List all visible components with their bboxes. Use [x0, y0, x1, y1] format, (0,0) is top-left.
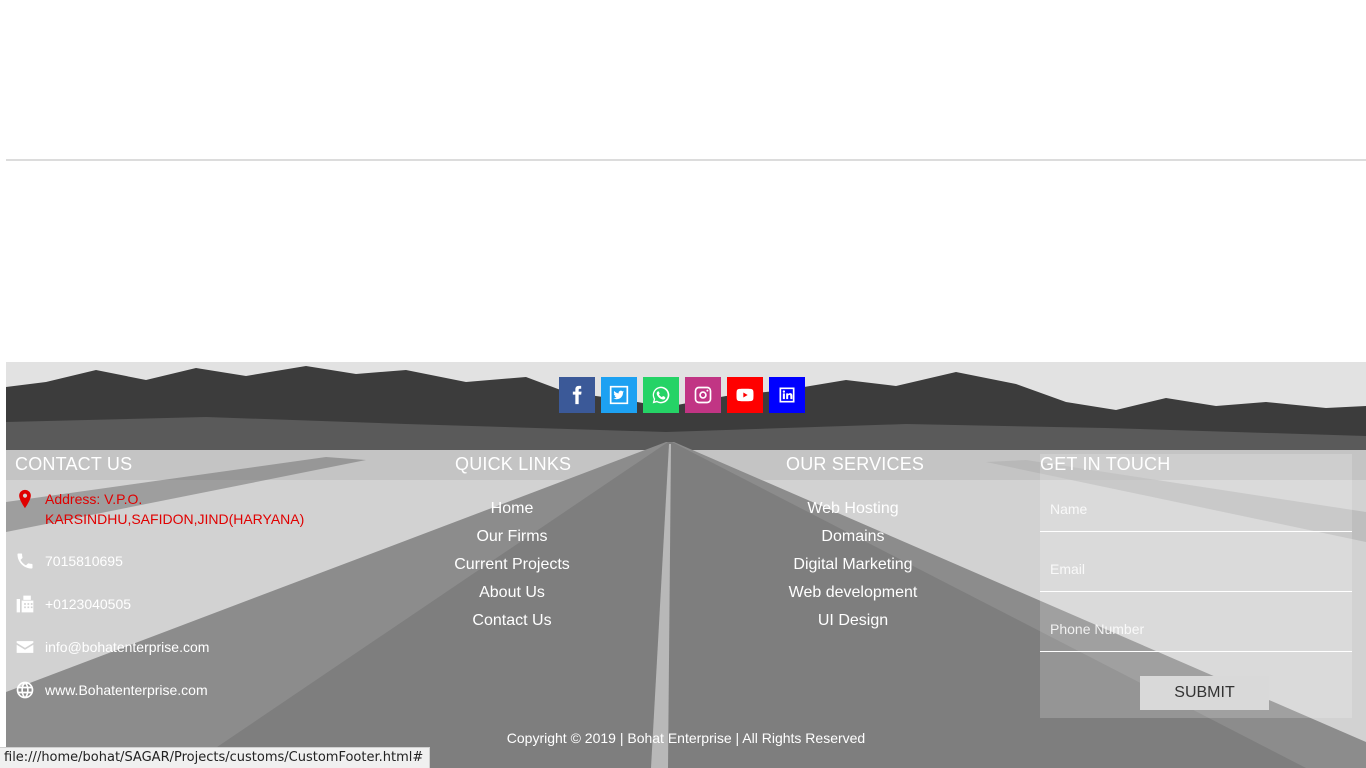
- website-row: www.Bohatenterprise.com: [15, 679, 335, 701]
- instagram-button[interactable]: [685, 377, 721, 413]
- service-ui-design[interactable]: UI Design: [768, 607, 938, 635]
- service-digital-marketing[interactable]: Digital Marketing: [768, 551, 938, 579]
- website-text: www.Bohatenterprise.com: [45, 682, 208, 698]
- address-line-1: Address: V.P.O.: [45, 491, 143, 507]
- envelope-icon: [15, 636, 45, 658]
- quick-link-our-firms[interactable]: Our Firms: [432, 523, 592, 551]
- globe-icon: [15, 679, 45, 701]
- quick-links-title: QUICK LINKS: [455, 454, 572, 474]
- youtube-button[interactable]: [727, 377, 763, 413]
- copyright-text: Copyright © 2019 | Bohat Enterprise | Al…: [506, 730, 866, 746]
- phone-icon: [15, 550, 45, 572]
- email-text: info@bohatenterprise.com: [45, 639, 210, 655]
- map-marker-icon: [15, 488, 45, 510]
- services-list: Web Hosting Domains Digital Marketing We…: [768, 495, 938, 635]
- twitter-icon: [609, 385, 629, 405]
- linkedin-button[interactable]: [769, 377, 805, 413]
- quick-link-current-projects[interactable]: Current Projects: [432, 551, 592, 579]
- whatsapp-icon: [652, 386, 670, 404]
- fax-text: +0123040505: [45, 596, 132, 612]
- get-in-touch-title: GET IN TOUCH: [1040, 454, 1171, 474]
- linkedin-icon: [779, 387, 795, 403]
- address-text: Address: V.P.O. KARSINDHU,SAFIDON,JIND(H…: [45, 488, 304, 529]
- facebook-icon: [572, 385, 582, 405]
- browser-status-bar: file:///home/bohat/SAGAR/Projects/custom…: [0, 747, 431, 768]
- quick-link-home[interactable]: Home: [432, 495, 592, 523]
- name-input[interactable]: [1040, 486, 1352, 532]
- address-row: Address: V.P.O. KARSINDHU,SAFIDON,JIND(H…: [15, 488, 335, 529]
- contact-us-title: CONTACT US: [15, 454, 133, 474]
- footer: CONTACT US Address: V.P.O. KARSINDHU,SAF…: [6, 362, 1366, 768]
- service-web-development[interactable]: Web development: [768, 579, 938, 607]
- twitter-button[interactable]: [601, 377, 637, 413]
- facebook-button[interactable]: [559, 377, 595, 413]
- service-web-hosting[interactable]: Web Hosting: [768, 495, 938, 523]
- whatsapp-button[interactable]: [643, 377, 679, 413]
- page: CONTACT US Address: V.P.O. KARSINDHU,SAF…: [0, 0, 1366, 768]
- email-row: info@bohatenterprise.com: [15, 636, 335, 658]
- quick-link-contact-us[interactable]: Contact Us: [432, 607, 592, 635]
- social-icons: [559, 377, 805, 413]
- youtube-icon: [736, 388, 754, 402]
- fax-row: +0123040505: [15, 593, 335, 615]
- phone-row: 7015810695: [15, 550, 335, 572]
- service-domains[interactable]: Domains: [768, 523, 938, 551]
- quick-link-about-us[interactable]: About Us: [432, 579, 592, 607]
- instagram-icon: [694, 386, 712, 404]
- divider: [6, 159, 1366, 161]
- our-services-title: OUR SERVICES: [786, 454, 925, 474]
- email-input[interactable]: [1040, 546, 1352, 592]
- address-line-2: KARSINDHU,SAFIDON,JIND(HARYANA): [45, 511, 305, 527]
- phone-number-input[interactable]: [1040, 606, 1352, 652]
- quick-links-list: Home Our Firms Current Projects About Us…: [432, 495, 592, 635]
- fax-icon: [15, 593, 45, 615]
- submit-button[interactable]: SUBMIT: [1140, 676, 1269, 710]
- contact-form: GET IN TOUCH SUBMIT: [1040, 454, 1352, 718]
- phone-text: 7015810695: [45, 553, 123, 569]
- contact-list: Address: V.P.O. KARSINDHU,SAFIDON,JIND(H…: [15, 488, 335, 722]
